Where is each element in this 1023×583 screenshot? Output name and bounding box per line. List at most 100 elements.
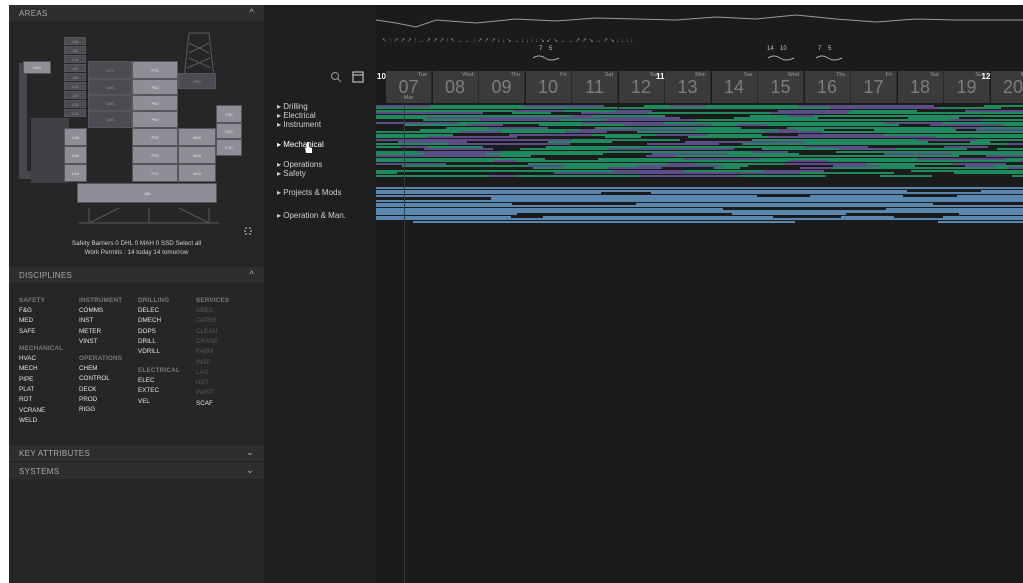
discipline-item[interactable]: DECK [79,386,97,393]
safety-barriers-summary[interactable]: Safety Barriers 0 DHL 0 MAH 0 SSD Select… [9,240,264,247]
discipline-item[interactable]: NDT [196,379,209,386]
discipline-item[interactable]: EXTEC [138,387,159,394]
discipline-item[interactable]: ELEC [138,377,154,384]
area-block[interactable]: W30 [178,128,216,146]
area-block[interactable]: L20 [64,100,86,108]
day-header[interactable]: Fri 10 [525,71,572,103]
activity-bar[interactable] [376,220,414,223]
discipline-item[interactable]: LAG [196,369,209,376]
area-block[interactable]: P40 [132,111,178,128]
discipline-item[interactable]: COMMS [79,307,103,314]
activity-bar[interactable] [738,174,826,177]
day-header[interactable]: Mon 13 [665,71,711,103]
area-block[interactable]: P90 [178,73,216,89]
discipline-item[interactable]: DOPS [138,328,156,335]
search-icon[interactable] [330,71,342,83]
day-header[interactable]: Mon20 [990,71,1023,103]
area-block[interactable]: P10 [132,164,178,182]
activity-bar[interactable] [742,220,796,223]
discipline-item[interactable]: PAINT [196,389,214,396]
discipline-item[interactable]: VDRILL [138,348,160,355]
discipline-item[interactable]: MED [19,317,33,324]
discipline-item[interactable]: PIPE [19,376,33,383]
category-operations[interactable]: ▸ Operations [277,160,322,169]
activity-bar[interactable] [514,174,601,177]
area-block[interactable]: W10 [178,164,216,182]
discipline-item[interactable]: CHEM [79,365,98,372]
discipline-item[interactable]: CATER [196,317,217,324]
discipline-item[interactable]: ROT [19,396,32,403]
area-block[interactable]: L40 [64,82,86,90]
area-block[interactable]: P70 [132,61,178,79]
day-header[interactable]: Tue 14 [711,71,758,103]
discipline-item[interactable]: SCAF [196,400,213,407]
systems-header[interactable]: SYSTEMS ⌄ [9,463,264,479]
day-header[interactable]: Wed 08 [432,71,479,103]
category-safety[interactable]: ▸ Safety [277,169,306,178]
category-operation-man[interactable]: ▸ Operation & Man. [277,211,346,220]
discipline-item[interactable]: CRANE [196,338,218,345]
area-block[interactable]: L60 [64,64,86,72]
day-header[interactable]: Sat 11 [572,71,618,103]
area-block[interactable]: L50 [64,73,86,81]
category-projects-mods[interactable]: ▸ Projects & Mods [277,188,342,197]
activity-bar[interactable] [413,220,560,223]
activity-bar[interactable] [657,220,695,223]
discipline-item[interactable]: VCRANE [19,407,45,414]
discipline-item[interactable]: DMECH [138,317,161,324]
day-header[interactable]: Sat 18 [897,71,944,103]
activity-bar[interactable] [1011,174,1023,177]
activity-bar[interactable] [600,174,642,177]
area-block[interactable]: L30 [64,91,86,99]
discipline-item[interactable]: WELD [19,417,37,424]
discipline-item[interactable]: PLAT [19,386,34,393]
activity-bar[interactable] [937,220,1023,223]
day-header[interactable]: Fri 17 [851,71,897,103]
area-block[interactable]: U60 [88,79,132,95]
day-header[interactable]: Tue 07 Mar [386,71,432,103]
activity-bar[interactable] [428,174,491,177]
activity-bar[interactable] [931,174,1012,177]
discipline-item[interactable]: DELEC [138,307,159,314]
area-block[interactable]: P62 [132,79,178,95]
area-block[interactable]: F30 [216,105,242,123]
area-block[interactable]: L10 [64,109,86,117]
area-block[interactable]: U20 [64,146,87,164]
area-block[interactable]: P30 [132,128,178,146]
chevron-down-icon[interactable]: ⌄ [246,447,254,458]
activity-bar[interactable] [795,220,938,223]
discipline-item[interactable]: F&G [19,307,32,314]
activity-bar[interactable] [661,174,739,177]
area-block[interactable]: W20 [178,146,216,164]
areas-header[interactable]: AREAS ^ [9,5,264,21]
discipline-item[interactable]: PROD [79,396,97,403]
area-block[interactable]: L90 [64,37,86,45]
area-block[interactable]: U30 [64,128,87,146]
activity-bar[interactable] [825,174,880,177]
chevron-up-icon[interactable]: ^ [249,7,254,17]
activity-bar[interactable] [376,174,429,177]
discipline-item[interactable]: RIGG [79,406,95,413]
category-electrical[interactable]: ▸ Electrical [277,111,316,120]
category-drilling[interactable]: ▸ Drilling [277,102,308,111]
discipline-item[interactable]: VEL [138,398,150,405]
area-block[interactable]: U70 [88,61,132,79]
discipline-item[interactable]: CONTROL [79,375,110,382]
day-header[interactable]: Wed 15 [758,71,804,103]
discipline-item[interactable]: ABEIL [196,307,214,314]
day-header[interactable]: Thu 09 [479,71,525,103]
activity-bar[interactable] [641,174,662,177]
area-block[interactable]: L80 [64,46,86,54]
discipline-item[interactable]: FABM [196,348,213,355]
area-block[interactable]: U40 [88,111,132,128]
discipline-item[interactable]: HVAC [19,355,36,362]
category-mechanical[interactable]: ▸ Mechanical [277,140,324,149]
disciplines-header[interactable]: DISCIPLINES ^ [9,267,264,283]
calendar-icon[interactable] [352,70,364,83]
activity-bar[interactable] [694,220,743,223]
discipline-item[interactable]: VINST [79,338,98,345]
activity-bar[interactable] [879,174,932,177]
chevron-up-icon[interactable]: ^ [249,269,254,279]
discipline-item[interactable]: SAFE [19,328,35,335]
area-block[interactable]: P20 [132,146,178,164]
